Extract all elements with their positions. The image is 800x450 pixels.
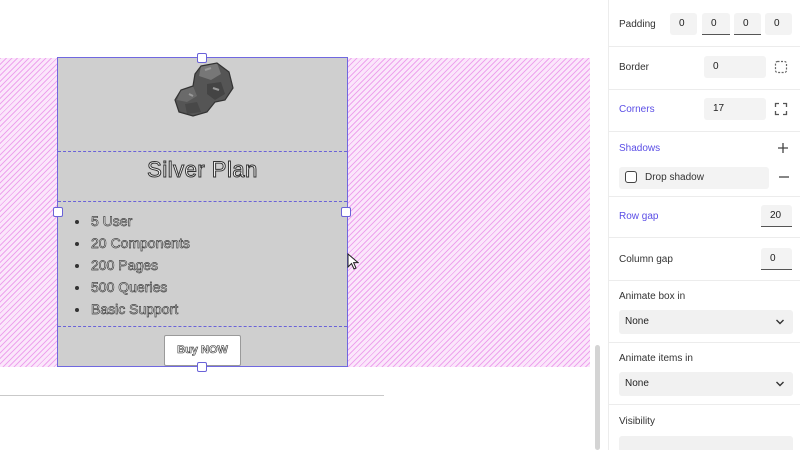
padding-left-input[interactable]: 0 <box>765 13 792 35</box>
animate-box-label: Animate box in <box>619 291 686 302</box>
feature-item: 200 Pages <box>72 255 190 277</box>
resize-handle-bottom[interactable] <box>197 362 207 372</box>
padding-right-input[interactable]: 0 <box>702 13 730 35</box>
row-separator <box>609 46 800 47</box>
animate-box-value: None <box>625 316 649 327</box>
feature-list[interactable]: 5 User 20 Components 200 Pages 500 Queri… <box>72 211 190 321</box>
corners-expand-icon[interactable] <box>774 102 788 116</box>
corners-label: Corners <box>619 104 655 115</box>
row-gap-input[interactable]: 20 <box>761 205 792 227</box>
canvas-divider <box>0 395 384 396</box>
row-separator <box>609 342 800 343</box>
chevron-down-icon <box>776 381 784 387</box>
plan-title[interactable]: Silver Plan <box>58 157 347 183</box>
animate-items-value: None <box>625 378 649 389</box>
row-separator <box>609 131 800 132</box>
plus-icon[interactable] <box>777 142 789 154</box>
feature-item: 5 User <box>72 211 190 233</box>
border-label: Border <box>619 62 650 73</box>
chevron-down-icon <box>776 319 784 325</box>
drop-shadow-label: Drop shadow <box>645 172 704 183</box>
padding-top-input[interactable]: 0 <box>670 13 697 35</box>
padding-label: Padding <box>619 19 656 30</box>
feature-item: 20 Components <box>72 233 190 255</box>
drop-shadow-checkbox[interactable] <box>625 171 637 183</box>
row-separator <box>609 404 800 405</box>
row-separator <box>609 196 800 197</box>
corners-radius-input[interactable]: 17 <box>704 98 766 120</box>
visibility-label: Visibility <box>619 416 655 427</box>
row-separator <box>609 280 800 281</box>
rock-image <box>174 62 234 117</box>
visibility-control[interactable] <box>619 436 793 450</box>
animate-items-select[interactable]: None <box>619 372 793 396</box>
column-gap-input[interactable]: 0 <box>761 248 792 270</box>
card-section-divider <box>58 151 347 152</box>
row-separator <box>609 237 800 238</box>
panel-scrollbar[interactable] <box>595 345 600 450</box>
padding-bottom-input[interactable]: 0 <box>734 13 761 35</box>
feature-item: Basic Support <box>72 299 190 321</box>
border-style-icon[interactable] <box>774 60 788 74</box>
row-separator <box>609 89 800 90</box>
resize-handle-left[interactable] <box>53 207 63 217</box>
feature-item: 500 Queries <box>72 277 190 299</box>
card-section-divider <box>58 326 347 327</box>
panel-divider <box>608 0 609 450</box>
design-canvas[interactable]: Silver Plan 5 User 20 Components 200 Pag… <box>0 0 590 450</box>
cursor-icon <box>347 253 359 270</box>
editor-root: Silver Plan 5 User 20 Components 200 Pag… <box>0 0 800 450</box>
resize-handle-right[interactable] <box>341 207 351 217</box>
card-section-divider <box>58 201 347 202</box>
minus-icon[interactable] <box>778 171 790 183</box>
row-gap-label: Row gap <box>619 211 659 222</box>
resize-handle-top[interactable] <box>197 53 207 63</box>
column-gap-label: Column gap <box>619 254 673 265</box>
animate-items-label: Animate items in <box>619 353 693 364</box>
shadows-label: Shadows <box>619 143 661 154</box>
animate-box-select[interactable]: None <box>619 310 793 334</box>
border-width-input[interactable]: 0 <box>704 56 766 78</box>
